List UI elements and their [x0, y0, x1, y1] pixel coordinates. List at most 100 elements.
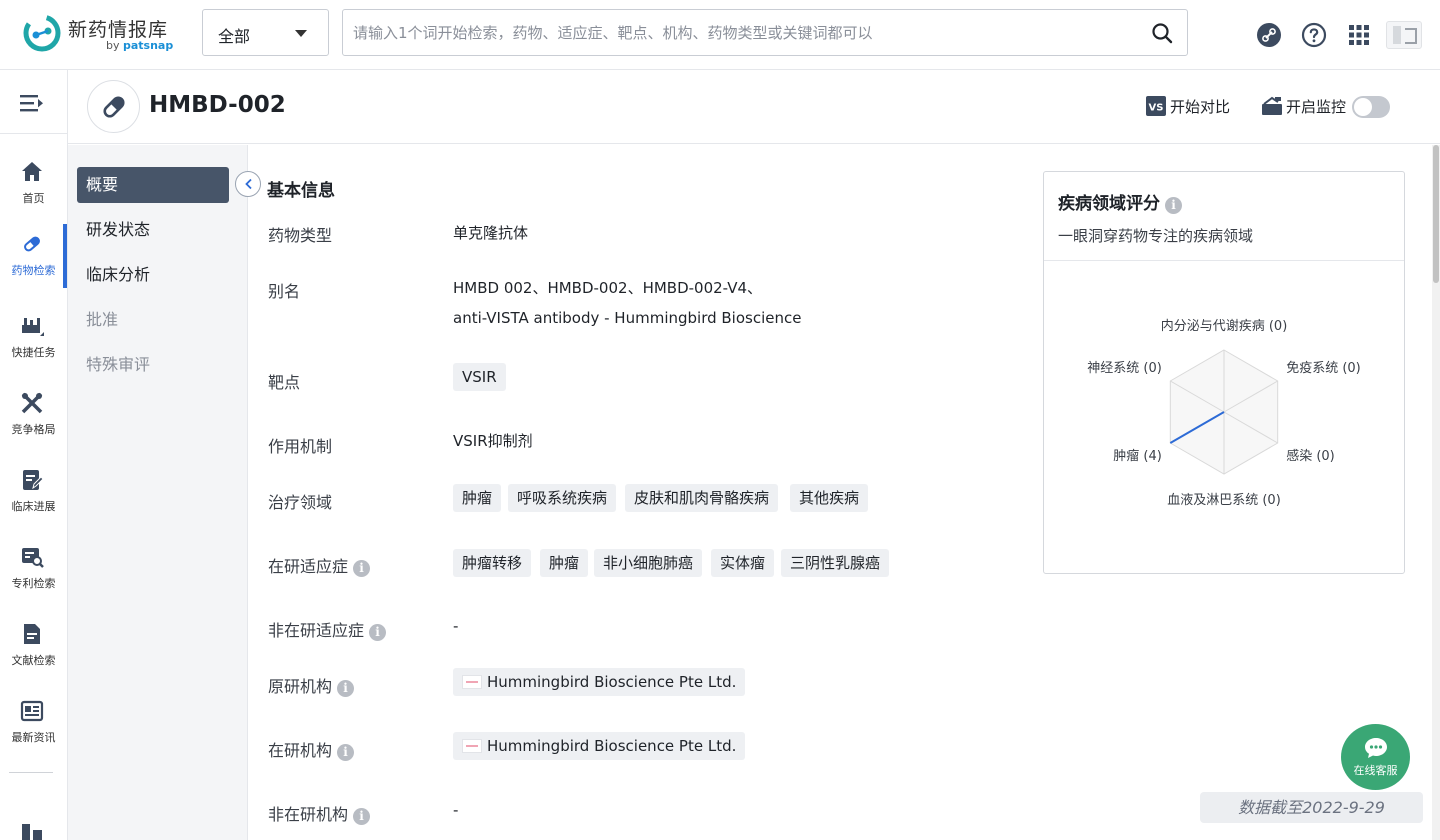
alias-label: 别名 [268, 282, 301, 301]
info-icon[interactable]: i [353, 808, 371, 825]
inactive-org-label: 非在研机构 i [268, 801, 371, 825]
drug-type-value: 单克隆抗体 [453, 224, 529, 242]
avatar[interactable] [1386, 21, 1422, 49]
radar-axis-label: 感染 (0) [1286, 448, 1335, 464]
target-tag[interactable]: VSIR [453, 363, 506, 391]
sidebar-item-news[interactable]: 最新资讯 [0, 691, 67, 757]
sidebar-divider [0, 133, 67, 134]
therapeutic-area-tag[interactable]: 皮肤和肌肉骨骼疾病 [625, 484, 779, 512]
disease-area-score-card: 疾病领域评分 i 一眼洞穿药物专注的疾病领域 内分泌与代谢疾病 (0) 免疫系统 (… [1043, 171, 1405, 574]
news-icon [20, 700, 44, 722]
document-icon [24, 624, 40, 644]
dashboard-icon[interactable] [21, 823, 43, 840]
target-label: 靶点 [268, 373, 301, 392]
monitor-button[interactable]: 开启监控 [1262, 96, 1346, 118]
search-box[interactable] [342, 9, 1188, 56]
radar-axis-label: 血液及淋巴系统 (0) [1167, 493, 1281, 508]
inactive-org-value: - [453, 801, 459, 819]
data-cutoff-date: 数据截至2022-9-29 [1200, 792, 1423, 823]
info-icon[interactable]: i [353, 560, 371, 577]
section-nav-rd-status[interactable]: 研发状态 [77, 212, 229, 248]
org-logo [462, 739, 482, 753]
sidebar-item-label: 文献检索 [11, 654, 56, 667]
caret-down-icon [295, 30, 307, 37]
indication-tag[interactable]: 肿瘤转移 [453, 549, 532, 577]
radar-title: 疾病领域评分 i [1058, 189, 1182, 214]
search-icon[interactable] [1151, 22, 1173, 44]
info-icon[interactable]: i [337, 680, 355, 697]
menu-collapse-icon[interactable] [19, 92, 45, 114]
therapeutic-area-tag[interactable]: 其他疾病 [790, 484, 869, 512]
alias-line-1: HMBD 002、HMBD-002、HMBD-002-V4、 [453, 279, 763, 297]
chat-bubble-icon [1365, 738, 1387, 758]
sidebar-item-patent[interactable]: 专利检索 [0, 537, 67, 603]
section-nav-overview[interactable]: 概要 [77, 167, 229, 203]
indication-tag[interactable]: 实体瘤 [711, 549, 775, 577]
toggle-knob [1354, 98, 1372, 116]
page-title: HMBD-002 [149, 92, 286, 118]
alias-line-2: anti-VISTA antibody - Hummingbird Biosci… [453, 309, 802, 327]
search-input[interactable] [353, 18, 1133, 48]
indication-tag[interactable]: 肿瘤 [540, 549, 589, 577]
indication-tag[interactable]: 非小细胞肺癌 [594, 549, 703, 577]
crossed-tools-icon [21, 392, 43, 414]
radar-axis-label: 内分泌与代谢疾病 (0) [1161, 318, 1288, 334]
app-logo[interactable]: 新药情报库 by patsnap [22, 13, 182, 57]
info-icon[interactable]: i [1165, 197, 1182, 214]
section-nav-clinical[interactable]: 临床分析 [77, 257, 229, 293]
originator-label: 原研机构 i [268, 673, 355, 697]
apps-grid-icon[interactable] [1348, 24, 1370, 46]
online-support-button[interactable]: 在线客服 [1341, 724, 1410, 790]
sidebar-item-label: 快捷任务 [11, 346, 56, 359]
section-nav-approval: 批准 [86, 310, 119, 329]
task-icon [22, 318, 44, 336]
inactive-indications-value: - [453, 617, 459, 635]
main-sidebar: 首页 药物检索 快捷任务 竞争格局 临床进展 专利检索 文献检索 最新资讯 [0, 70, 68, 840]
therapeutic-area-tag[interactable]: 呼吸系统疾病 [508, 484, 617, 512]
originator-org-tag[interactable]: Hummingbird Bioscience Pte Ltd. [453, 668, 746, 696]
top-bar: 新药情报库 by patsnap 全部 [0, 0, 1440, 70]
radar-axis-label: 神经系统 (0) [1087, 361, 1162, 376]
sidebar-item-quick-tasks[interactable]: 快捷任务 [0, 306, 67, 372]
sidebar-item-literature[interactable]: 文献检索 [0, 614, 67, 680]
info-icon[interactable]: i [337, 744, 355, 761]
search-scope-value: 全部 [218, 27, 251, 46]
active-org-label: 在研机构 i [268, 737, 355, 761]
monitor-bell-icon [1262, 96, 1282, 115]
compare-label: 开始对比 [1170, 98, 1231, 116]
sidebar-item-competition[interactable]: 竞争格局 [0, 383, 67, 449]
pill-icon [103, 96, 125, 118]
active-indications-label: 在研适应症 i [268, 553, 371, 577]
mechanism-label: 作用机制 [268, 437, 333, 456]
app-title: 新药情报库 [68, 19, 169, 41]
indication-tag[interactable]: 三阴性乳腺癌 [781, 549, 890, 577]
clipboard-edit-icon [23, 470, 44, 490]
therapeutic-area-tag[interactable]: 肿瘤 [453, 484, 502, 512]
section-title: 基本信息 [267, 181, 335, 201]
help-icon[interactable] [1301, 22, 1327, 48]
scrollbar-thumb[interactable] [1433, 145, 1439, 283]
search-scope-select[interactable]: 全部 [202, 9, 329, 56]
page-scrollbar[interactable] [1432, 145, 1440, 840]
radar-axis-label: 肿瘤 (4) [1113, 448, 1162, 464]
info-icon[interactable]: i [369, 624, 387, 641]
sidebar-item-label: 最新资讯 [11, 731, 56, 744]
active-org-tag[interactable]: Hummingbird Bioscience Pte Ltd. [453, 732, 746, 760]
avatar-glyph [1405, 28, 1417, 44]
patent-search-icon [22, 548, 44, 568]
monitor-toggle[interactable] [1352, 96, 1390, 118]
sidebar-item-drug-search[interactable]: 药物检索 [0, 224, 67, 288]
sidebar-item-home[interactable]: 首页 [0, 152, 67, 218]
drug-type-label: 药物类型 [268, 226, 333, 245]
radar-axis-label: 免疫系统 (0) [1286, 360, 1361, 376]
radar-subtitle: 一眼洞穿药物专注的疾病领域 [1058, 227, 1254, 245]
radar-chart: 内分泌与代谢疾病 (0) 免疫系统 (0) 感染 (0) 血液及淋巴系统 (0) 肿瘤 … [1087, 318, 1361, 508]
pill-icon [24, 236, 40, 252]
therapeutic-area-label: 治疗领域 [268, 493, 333, 512]
compare-button[interactable]: VS 开始对比 [1146, 96, 1230, 118]
drug-header: HMBD-002 VS 开始对比 开启监控 [68, 70, 1440, 144]
online-support-label: 在线客服 [1353, 764, 1398, 777]
sidebar-item-label: 竞争格局 [11, 423, 56, 436]
sidebar-item-clinical[interactable]: 临床进展 [0, 460, 67, 526]
link-icon[interactable] [1256, 22, 1282, 48]
